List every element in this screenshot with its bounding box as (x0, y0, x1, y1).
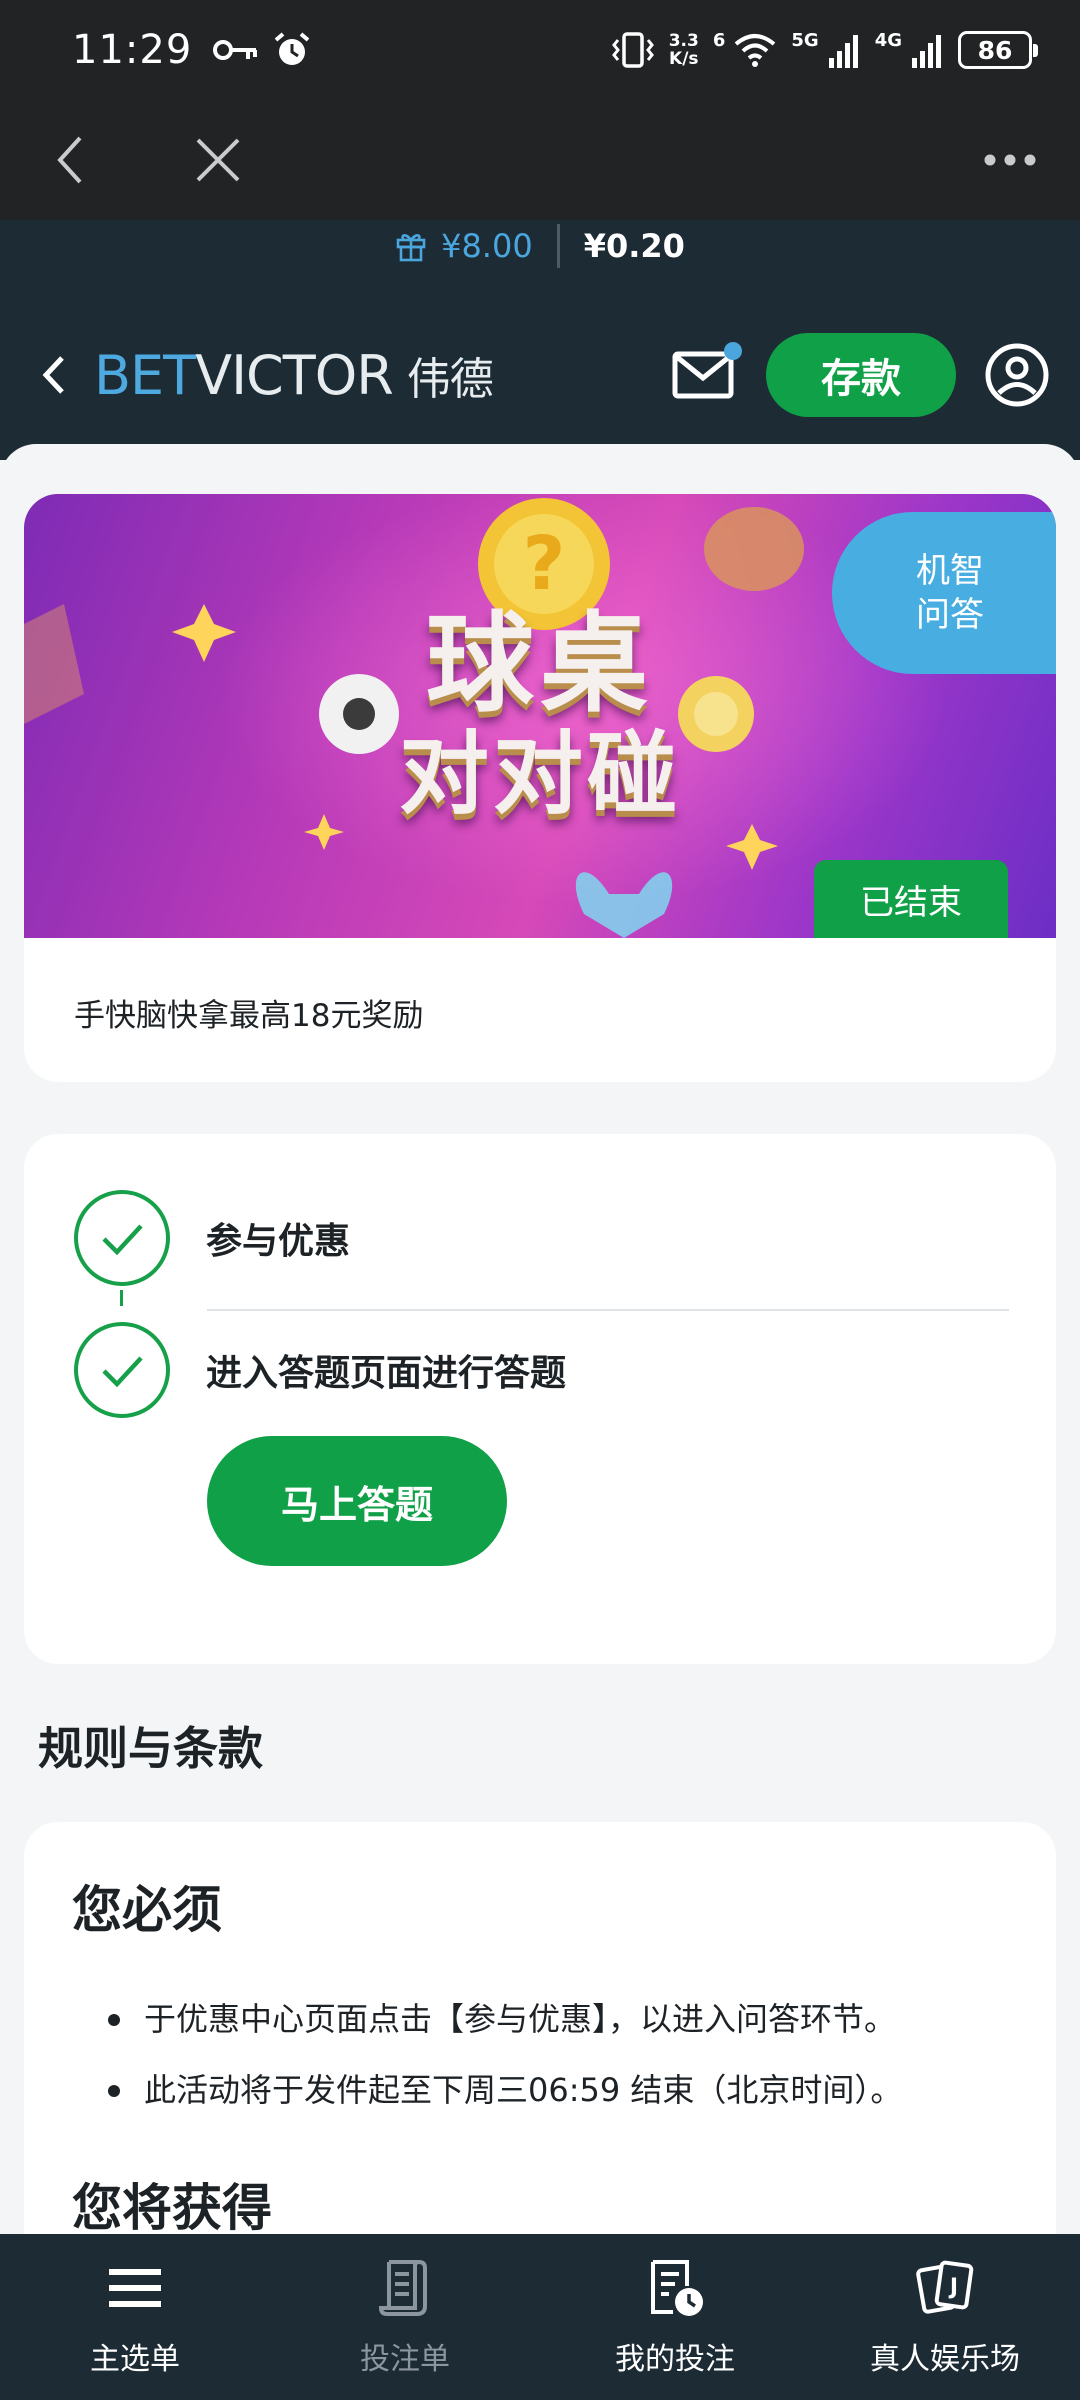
network-5g-label: 5G (791, 29, 819, 51)
account-icon[interactable] (984, 342, 1050, 408)
betslip-icon (378, 2260, 427, 2316)
status-badge: 已结束 (814, 860, 1008, 938)
step-divider (207, 1309, 1009, 1311)
battery-icon: 86 (958, 31, 1038, 69)
promo-description: 手快脑快拿最高18元奖励 (74, 998, 424, 1034)
status-bar: 11:29 3.3 K/s 6 5G 4G 86 (0, 0, 1080, 100)
nav-label: 投注单 (360, 2342, 450, 2377)
signal-4g-icon (912, 35, 941, 68)
answer-now-button[interactable]: 马上答题 (207, 1436, 507, 1566)
category-tag: 机智 问答 (832, 512, 1056, 674)
key-icon (213, 40, 258, 60)
nav-my-bets[interactable]: 我的投注 (540, 2234, 810, 2400)
bottom-nav: 主选单 投注单 我的投注 J 真人娱乐场 (0, 2234, 1080, 2400)
steps-card: 参与优惠 进入答题页面进行答题 马上答题 (24, 1134, 1056, 1664)
nav-betslip[interactable]: 投注单 (270, 2234, 540, 2400)
my-bets-icon (651, 2260, 703, 2316)
deposit-button[interactable]: 存款 (766, 333, 956, 417)
check-circle-icon (74, 1322, 170, 1418)
terms-card: 您必须 于优惠中心页面点击【参与优惠】，以进入问答环节。 此活动将于发件起至下周… (24, 1822, 1056, 2234)
nav-live-casino[interactable]: J 真人娱乐场 (810, 2234, 1080, 2400)
unread-indicator (724, 342, 742, 360)
nav-label: 主选单 (90, 2342, 180, 2377)
browser-more-button[interactable] (980, 130, 1040, 190)
network-speed: 3.3 K/s (668, 31, 699, 69)
balance-divider (556, 224, 560, 268)
brand-chinese: 伟德 (406, 354, 494, 405)
brand-victor: VICTOR (195, 344, 394, 407)
step-label: 参与优惠 (206, 1221, 351, 1262)
bonus-balance: ¥8.00 (395, 227, 533, 265)
reward-heading: 您将获得 (72, 2179, 272, 2234)
vibrate-icon (611, 32, 654, 68)
battery-level: 86 (977, 35, 1013, 65)
nav-label: 我的投注 (615, 2342, 735, 2377)
more-horizontal-icon (984, 154, 1036, 166)
back-icon[interactable] (38, 350, 68, 400)
inbox-button[interactable] (672, 342, 742, 400)
rules-heading: 规则与条款 (38, 1722, 264, 1775)
step-item: 进入答题页面进行答题 (72, 1320, 566, 1420)
promo-banner: ? 球桌 对对碰 机智 问答 已结束 (24, 494, 1056, 938)
list-item: 于优惠中心页面点击【参与优惠】，以进入问答环节。 (72, 1984, 1032, 2055)
must-list: 于优惠中心页面点击【参与优惠】，以进入问答环节。 此活动将于发件起至下周三06:… (72, 1984, 1032, 2126)
check-circle-icon (74, 1190, 170, 1286)
clock: 11:29 (72, 27, 193, 73)
step-connector (120, 1290, 123, 1306)
network-4g-label: 4G (874, 29, 902, 51)
browser-close-button[interactable] (188, 130, 248, 190)
close-icon (196, 138, 240, 182)
cash-balance: ¥0.20 (583, 227, 685, 265)
step-item: 参与优惠 (72, 1188, 350, 1288)
svg-text:J: J (948, 2275, 958, 2300)
wifi-icon (735, 34, 776, 67)
app-header: ¥8.00 ¥0.20 BET VICTOR 伟德 存款 (0, 220, 1080, 460)
browser-back-button[interactable] (40, 130, 100, 190)
brand-logo[interactable]: BET VICTOR 伟德 (94, 343, 494, 407)
nav-main-menu[interactable]: 主选单 (0, 2234, 270, 2400)
banner-title-line2: 对对碰 (399, 721, 681, 827)
signal-5g-icon (828, 35, 858, 68)
menu-icon (109, 2269, 161, 2307)
nav-label: 真人娱乐场 (870, 2342, 1020, 2377)
svg-text:?: ? (523, 521, 566, 607)
must-heading: 您必须 (72, 1881, 222, 1939)
list-item: 此活动将于发件起至下周三06:59 结束（北京时间）。 (72, 2055, 1032, 2126)
gift-icon (396, 234, 426, 262)
alarm-icon (274, 32, 310, 65)
live-casino-icon: J (916, 2260, 974, 2314)
browser-toolbar (0, 100, 1080, 220)
category-tag-line1: 机智 (916, 551, 984, 591)
balance-bar[interactable]: ¥8.00 ¥0.20 (0, 220, 1080, 272)
promo-card: ? 球桌 对对碰 机智 问答 已结束 手快脑快拿最高18元奖励 (24, 494, 1056, 1082)
brand-bet: BET (94, 344, 196, 407)
step-label: 进入答题页面进行答题 (206, 1353, 567, 1394)
bonus-amount: ¥8.00 (441, 227, 533, 265)
wifi-label: 6 (712, 29, 726, 51)
header-nav: BET VICTOR 伟德 存款 (0, 320, 1080, 430)
category-tag-line2: 问答 (916, 595, 984, 635)
chevron-left-icon (57, 136, 82, 184)
promotion-detail[interactable]: ? 球桌 对对碰 机智 问答 已结束 手快脑快拿最高18元奖励 参与优惠 进入答… (0, 444, 1080, 2234)
mail-icon (672, 351, 734, 399)
